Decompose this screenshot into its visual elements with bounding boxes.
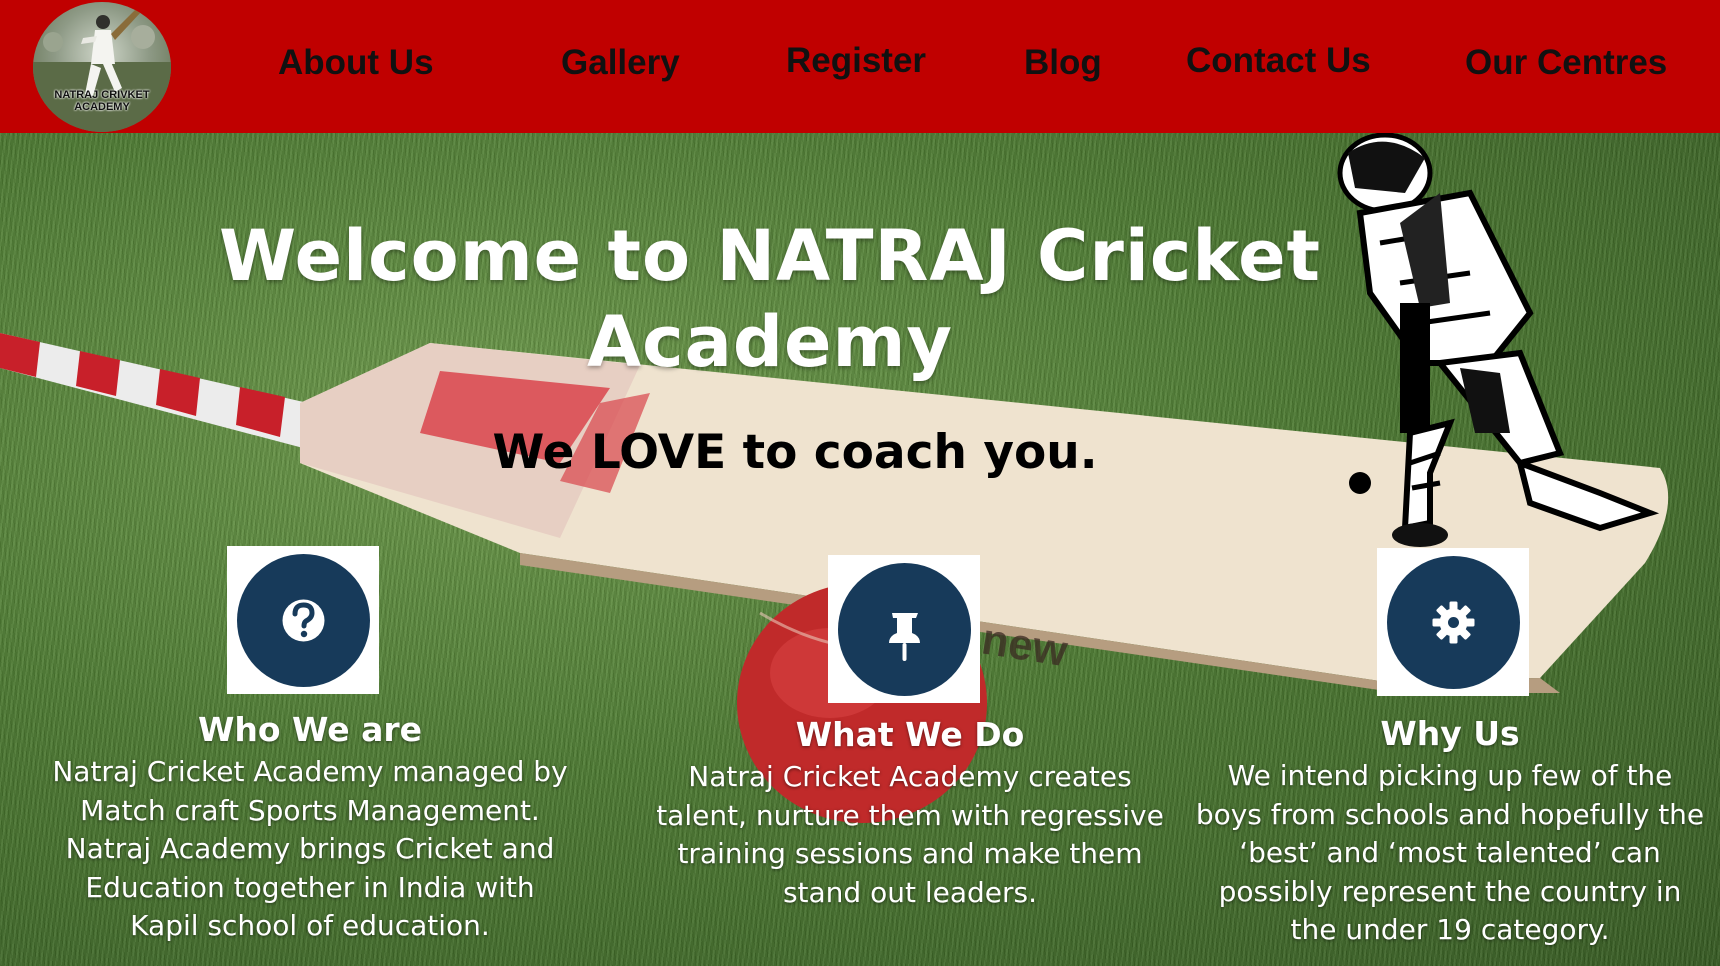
feature-title-why-us: Why Us bbox=[1380, 714, 1520, 753]
logo-text-line1: NATRAJ CRIVKET bbox=[54, 89, 150, 101]
logo-text-line2: ACADEMY bbox=[74, 101, 130, 113]
nav-gallery[interactable]: Gallery bbox=[561, 38, 680, 88]
icon-circle bbox=[838, 563, 971, 696]
nav-register[interactable]: Register bbox=[786, 36, 926, 86]
feature-title-what-we-do: What We Do bbox=[795, 715, 1025, 754]
hero-tagline: We LOVE to coach you. bbox=[492, 425, 1098, 480]
nav-blog[interactable]: Blog bbox=[1024, 38, 1102, 88]
who-we-are-icon-box[interactable] bbox=[227, 546, 379, 694]
icon-circle bbox=[237, 554, 370, 687]
academy-logo[interactable]: NATRAJ CRIVKET ACADEMY bbox=[33, 2, 171, 132]
feature-title-who-we-are: Who We are bbox=[197, 710, 423, 749]
icon-circle bbox=[1387, 556, 1520, 689]
gear-icon bbox=[1432, 601, 1475, 644]
nav-contact-us[interactable]: Contact Us bbox=[1186, 36, 1371, 86]
why-us-icon-box[interactable] bbox=[1377, 548, 1529, 696]
hero-title: Welcome to NATRAJ Cricket Academy bbox=[218, 215, 1322, 383]
top-navbar: NATRAJ CRIVKET ACADEMY About Us Gallery … bbox=[0, 0, 1720, 133]
what-we-do-icon-box[interactable] bbox=[828, 555, 980, 703]
feature-body-why-us: We intend picking up few of the boys fro… bbox=[1195, 759, 1705, 946]
feature-body-who-we-are: Natraj Cricket Academy managed by Match … bbox=[52, 755, 568, 942]
feature-body-what-we-do: Natraj Cricket Academy creates talent, n… bbox=[656, 760, 1164, 909]
pushpin-icon bbox=[889, 613, 920, 661]
nav-about-us[interactable]: About Us bbox=[278, 38, 434, 88]
question-icon bbox=[282, 599, 325, 642]
hero-section: new Welcome to NATRAJ Cricket Academy We… bbox=[0, 133, 1720, 966]
nav-our-centres[interactable]: Our Centres bbox=[1465, 38, 1667, 88]
